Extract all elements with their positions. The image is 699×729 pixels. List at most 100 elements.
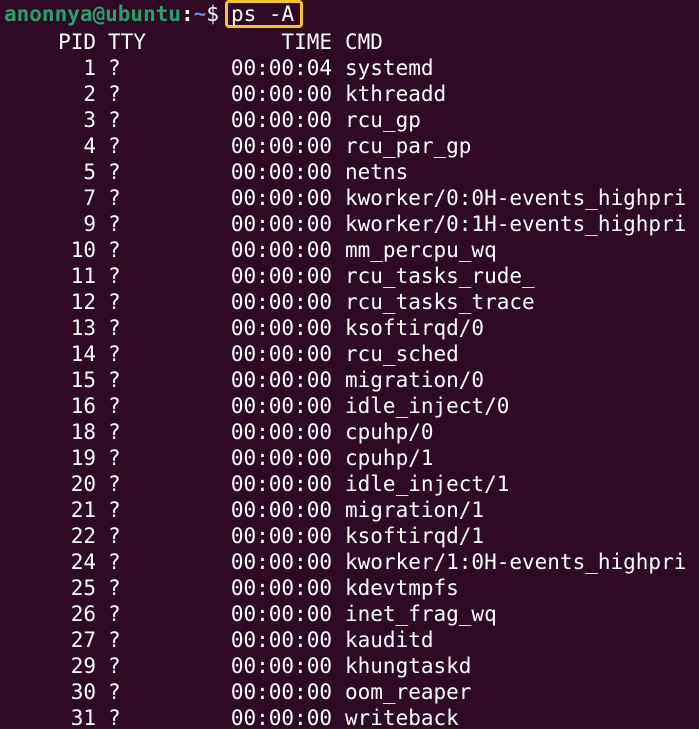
- row-cmd: kdevtmpfs: [332, 575, 459, 601]
- row-time: 00:00:00: [142, 315, 332, 341]
- row-time: 00:00:00: [142, 523, 332, 549]
- row-cmd: oom_reaper: [332, 679, 471, 705]
- row-tty: ?: [96, 159, 142, 185]
- row-tty: ?: [96, 81, 142, 107]
- row-cmd: cpuhp/0: [332, 419, 434, 445]
- row-tty: ?: [96, 55, 142, 81]
- row-cmd: rcu_tasks_rude_: [332, 263, 535, 289]
- row-cmd: khungtaskd: [332, 653, 471, 679]
- row-time: 00:00:00: [142, 107, 332, 133]
- row-pid: 21: [4, 497, 96, 523]
- terminal-window[interactable]: anonnya@ubuntu:~$ps -A PIDTTYTIMECMD 1?0…: [4, 0, 699, 729]
- row-time: 00:00:00: [142, 367, 332, 393]
- row-tty: ?: [96, 341, 142, 367]
- table-row: 19?00:00:00cpuhp/1: [4, 445, 699, 471]
- row-pid: 13: [4, 315, 96, 341]
- row-tty: ?: [96, 679, 142, 705]
- table-row: 15?00:00:00migration/0: [4, 367, 699, 393]
- row-cmd: kworker/0:1H-events_highpri: [332, 211, 686, 237]
- row-cmd: rcu_sched: [332, 341, 459, 367]
- table-row: 30?00:00:00oom_reaper: [4, 679, 699, 705]
- table-row: 2?00:00:00kthreadd: [4, 81, 699, 107]
- row-pid: 5: [4, 159, 96, 185]
- row-tty: ?: [96, 185, 142, 211]
- row-pid: 31: [4, 705, 96, 729]
- table-row: 12?00:00:00rcu_tasks_trace: [4, 289, 699, 315]
- row-time: 00:00:00: [142, 133, 332, 159]
- table-row: 13?00:00:00ksoftirqd/0: [4, 315, 699, 341]
- row-pid: 29: [4, 653, 96, 679]
- row-pid: 26: [4, 601, 96, 627]
- row-tty: ?: [96, 107, 142, 133]
- row-time: 00:00:04: [142, 55, 332, 81]
- header-cmd: CMD: [332, 29, 383, 55]
- row-pid: 2: [4, 81, 96, 107]
- row-cmd: ksoftirqd/1: [332, 523, 484, 549]
- row-time: 00:00:00: [142, 185, 332, 211]
- row-tty: ?: [96, 133, 142, 159]
- row-time: 00:00:00: [142, 341, 332, 367]
- row-time: 00:00:00: [142, 81, 332, 107]
- row-tty: ?: [96, 445, 142, 471]
- table-row: 26?00:00:00inet_frag_wq: [4, 601, 699, 627]
- row-tty: ?: [96, 315, 142, 341]
- prompt-user-host: anonnya@ubuntu: [4, 2, 181, 26]
- table-row: 14?00:00:00rcu_sched: [4, 341, 699, 367]
- row-cmd: kworker/1:0H-events_highpri: [332, 549, 686, 575]
- table-row: 18?00:00:00cpuhp/0: [4, 419, 699, 445]
- row-cmd: systemd: [332, 55, 434, 81]
- row-cmd: kauditd: [332, 627, 434, 653]
- row-pid: 16: [4, 393, 96, 419]
- table-row: 1?00:00:04systemd: [4, 55, 699, 81]
- row-pid: 10: [4, 237, 96, 263]
- row-cmd: rcu_tasks_trace: [332, 289, 535, 315]
- table-row: 22?00:00:00ksoftirqd/1: [4, 523, 699, 549]
- row-time: 00:00:00: [142, 159, 332, 185]
- row-pid: 18: [4, 419, 96, 445]
- row-time: 00:00:00: [142, 237, 332, 263]
- row-time: 00:00:00: [142, 419, 332, 445]
- row-tty: ?: [96, 419, 142, 445]
- row-pid: 1: [4, 55, 96, 81]
- table-row: 5?00:00:00netns: [4, 159, 699, 185]
- row-time: 00:00:00: [142, 575, 332, 601]
- row-time: 00:00:00: [142, 497, 332, 523]
- row-tty: ?: [96, 523, 142, 549]
- table-row: 16?00:00:00idle_inject/0: [4, 393, 699, 419]
- row-pid: 7: [4, 185, 96, 211]
- row-time: 00:00:00: [142, 289, 332, 315]
- row-pid: 22: [4, 523, 96, 549]
- row-tty: ?: [96, 367, 142, 393]
- row-tty: ?: [96, 601, 142, 627]
- row-pid: 9: [4, 211, 96, 237]
- row-time: 00:00:00: [142, 679, 332, 705]
- row-cmd: mm_percpu_wq: [332, 237, 497, 263]
- row-time: 00:00:00: [142, 549, 332, 575]
- table-row: 27?00:00:00kauditd: [4, 627, 699, 653]
- row-cmd: writeback: [332, 705, 459, 729]
- table-row: 11?00:00:00rcu_tasks_rude_: [4, 263, 699, 289]
- table-row: 20?00:00:00idle_inject/1: [4, 471, 699, 497]
- row-tty: ?: [96, 705, 142, 729]
- row-tty: ?: [96, 237, 142, 263]
- prompt-path: ~: [194, 2, 207, 26]
- row-pid: 3: [4, 107, 96, 133]
- row-pid: 20: [4, 471, 96, 497]
- row-tty: ?: [96, 211, 142, 237]
- table-row: 24?00:00:00kworker/1:0H-events_highpri: [4, 549, 699, 575]
- row-tty: ?: [96, 653, 142, 679]
- table-header: PIDTTYTIMECMD: [4, 29, 699, 55]
- row-pid: 4: [4, 133, 96, 159]
- table-row: 25?00:00:00kdevtmpfs: [4, 575, 699, 601]
- row-tty: ?: [96, 289, 142, 315]
- table-row: 21?00:00:00migration/1: [4, 497, 699, 523]
- header-pid: PID: [4, 29, 96, 55]
- row-time: 00:00:00: [142, 627, 332, 653]
- row-time: 00:00:00: [142, 601, 332, 627]
- row-tty: ?: [96, 393, 142, 419]
- row-pid: 15: [4, 367, 96, 393]
- row-time: 00:00:00: [142, 705, 332, 729]
- row-cmd: netns: [332, 159, 408, 185]
- process-list: 1?00:00:04systemd2?00:00:00kthreadd3?00:…: [4, 55, 699, 729]
- row-time: 00:00:00: [142, 263, 332, 289]
